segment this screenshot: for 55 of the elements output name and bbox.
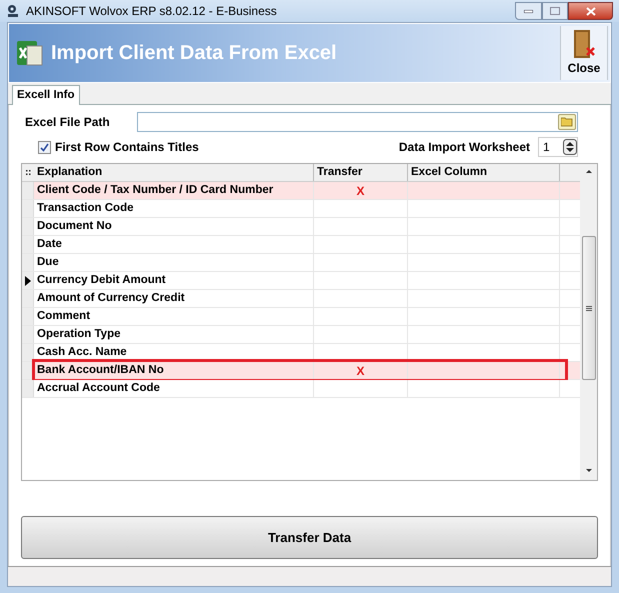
app-icon xyxy=(6,4,20,18)
minimize-button[interactable] xyxy=(515,2,542,20)
table-row[interactable]: Due xyxy=(22,254,580,272)
scrollbar-thumb[interactable] xyxy=(582,236,596,380)
table-row[interactable]: Bank Account/IBAN No X xyxy=(22,362,580,380)
row-pointer-icon xyxy=(24,276,30,286)
close-button[interactable] xyxy=(568,2,613,20)
vertical-scrollbar[interactable] xyxy=(580,164,597,480)
table-row[interactable]: Amount of Currency Credit xyxy=(22,290,580,308)
close-icon xyxy=(586,6,596,16)
table-row[interactable]: Client Code / Tax Number / ID Card Number X xyxy=(22,182,580,200)
field-label: Excel File Path xyxy=(25,114,111,131)
table-cell-text: X xyxy=(356,182,364,200)
table-cell-text: Due xyxy=(37,254,59,270)
transfer-data-button[interactable]: Transfer Data xyxy=(21,516,598,559)
row-header[interactable] xyxy=(22,272,34,289)
table-cell-text: Cash Acc. Name xyxy=(37,344,127,360)
table-cell-text: Currency Debit Amount xyxy=(37,272,166,288)
worksheet-spinner[interactable]: 1 xyxy=(538,137,578,157)
table-row[interactable]: Date xyxy=(22,236,580,254)
column-header[interactable]: Transfer xyxy=(314,164,408,181)
column-header[interactable]: Explanation xyxy=(34,164,314,181)
table-row[interactable]: Document No xyxy=(22,218,580,236)
file-path-field[interactable] xyxy=(137,112,578,132)
check-icon xyxy=(40,142,49,152)
table-cell-text: Bank Account/IBAN No xyxy=(37,362,164,378)
table-cell-text: X xyxy=(356,362,364,380)
table-row[interactable]: Currency Debit Amount xyxy=(22,272,580,290)
page-title: Import Client Data From Excel xyxy=(51,41,337,66)
table-row[interactable]: Comment xyxy=(22,308,580,326)
table-row[interactable]: Accrual Account Code xyxy=(22,380,580,398)
table-cell-text: Date xyxy=(37,236,62,252)
table-cell-text: Document No xyxy=(37,218,112,234)
browse-folder-button[interactable] xyxy=(558,114,576,130)
column-header[interactable]: Excel Column xyxy=(408,164,560,181)
spinner-arrows-icon xyxy=(563,139,577,155)
window-title: AKINSOFT Wolvox ERP s8.02.12 - E-Business xyxy=(26,3,277,20)
field-label: Data Import Worksheet xyxy=(398,139,530,156)
table-cell-text: Accrual Account Code xyxy=(37,380,160,396)
table-cell-text: Client Code / Tax Number / ID Card Number xyxy=(37,182,274,198)
table-cell-text: Transaction Code xyxy=(37,200,134,216)
maximize-icon xyxy=(550,7,560,15)
table-row[interactable]: Transaction Code xyxy=(22,200,580,218)
checkbox[interactable] xyxy=(38,140,51,154)
close-door-button[interactable]: Close xyxy=(560,26,608,80)
table-row[interactable]: Operation Type xyxy=(22,326,580,344)
tab[interactable]: Excell Info xyxy=(12,85,80,105)
spreadsheet-icon xyxy=(15,38,45,68)
folder-icon xyxy=(561,117,573,127)
minimize-icon xyxy=(524,10,533,12)
table-cell-text: Comment xyxy=(37,308,90,324)
door-icon xyxy=(572,29,596,59)
table-cell-text: Amount of Currency Credit xyxy=(37,290,185,306)
checkbox-label: First Row Contains Titles xyxy=(55,139,199,156)
table-cell-text: Operation Type xyxy=(37,326,120,342)
